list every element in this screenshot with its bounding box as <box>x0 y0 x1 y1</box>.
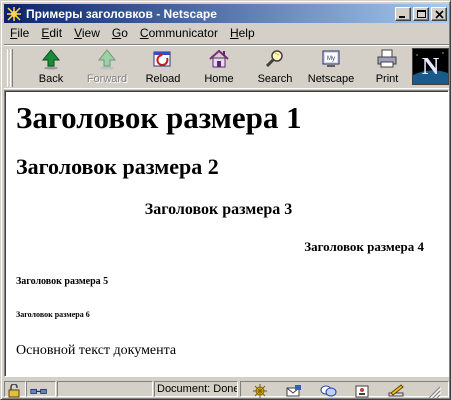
netscape-button[interactable]: My Netscape <box>306 48 356 88</box>
back-arrow-icon <box>41 49 61 70</box>
forward-button[interactable]: Forward <box>82 48 132 88</box>
resize-grip-icon[interactable] <box>425 384 441 398</box>
reload-label: Reload <box>145 73 181 85</box>
minimize-button[interactable] <box>395 6 411 21</box>
menu-file[interactable]: File <box>4 26 35 40</box>
menu-help[interactable]: Help <box>224 26 261 40</box>
home-button[interactable]: Home <box>194 48 244 88</box>
maximize-button[interactable] <box>413 6 429 21</box>
menu-edit[interactable]: Edit <box>35 26 68 40</box>
menu-view-label: iew <box>81 26 100 40</box>
menu-go[interactable]: Go <box>106 26 134 40</box>
close-icon <box>435 9 444 19</box>
progress-cell <box>57 381 153 397</box>
newsgroups-component-icon[interactable] <box>319 384 337 398</box>
netscape-throbber-logo[interactable]: N <box>412 48 449 85</box>
netscape-app-icon[interactable] <box>6 5 22 22</box>
reload-button[interactable]: Reload <box>138 48 188 88</box>
home-label: Home <box>204 73 234 85</box>
connection-cell[interactable] <box>26 381 56 397</box>
menu-bar: File Edit View Go Communicator Help <box>4 24 449 42</box>
search-button[interactable]: Search <box>250 48 300 88</box>
heading-level-4: Заголовок размера 4 <box>304 239 424 254</box>
forward-arrow-icon <box>97 49 117 70</box>
menu-help-label: elp <box>238 26 255 40</box>
window-title: Примеры заголовков - Netscape <box>26 6 217 21</box>
navigator-component-icon[interactable] <box>251 384 269 398</box>
menu-communicator-accel: C <box>139 26 149 40</box>
search-label: Search <box>257 73 293 85</box>
heading-level-3: Заголовок размера 3 <box>144 201 293 218</box>
print-label: Print <box>375 73 399 85</box>
status-bar: Document: Done <box>4 379 449 398</box>
forward-label: Forward <box>86 73 128 85</box>
back-button[interactable]: Back <box>26 48 76 88</box>
heading-level-1: Заголовок размера 1 <box>16 100 302 135</box>
printer-icon <box>377 49 397 68</box>
heading-level-5: Заголовок размера 5 <box>16 276 109 287</box>
minimize-icon <box>399 15 405 18</box>
document-viewport[interactable]: Заголовок размера 1 Заголовок размера 2 … <box>4 90 449 377</box>
security-cell[interactable] <box>4 381 26 398</box>
menu-go-label: o <box>121 26 128 40</box>
padlock-icon <box>8 384 20 398</box>
mail-component-icon[interactable] <box>285 384 303 398</box>
netscape-label: Netscape <box>307 73 355 85</box>
browser-window: Примеры заголовков - Netscape File Edit … <box>0 0 451 400</box>
back-label: Back <box>38 73 64 85</box>
my-netscape-icon: My <box>322 50 340 67</box>
menu-go-accel: G <box>111 26 122 40</box>
toolbar-grip[interactable] <box>7 49 13 87</box>
netscape-n-icon: N <box>413 49 448 84</box>
menu-file-label: ile <box>17 26 30 40</box>
connection-plug-icon <box>30 388 47 394</box>
close-button[interactable] <box>431 6 447 21</box>
status-text-cell: Document: Done <box>154 381 238 397</box>
address-book-component-icon[interactable] <box>353 384 371 398</box>
component-bar <box>240 381 449 398</box>
maximize-icon <box>417 9 426 18</box>
menu-view[interactable]: View <box>68 26 106 40</box>
composer-component-icon[interactable] <box>387 384 405 398</box>
body-paragraph: Основной текст документа <box>16 343 177 358</box>
svg-text:My: My <box>327 56 335 62</box>
home-icon <box>209 49 229 68</box>
menu-communicator-label: ommunicator <box>148 26 218 40</box>
menu-help-accel: H <box>229 26 239 40</box>
search-icon <box>265 50 283 68</box>
navigation-toolbar: Back Forward Reload Home Search My Netsc… <box>4 44 449 89</box>
heading-level-2: Заголовок размера 2 <box>16 154 219 179</box>
reload-icon <box>153 51 171 67</box>
heading-level-6: Заголовок размера 6 <box>16 310 90 319</box>
title-bar[interactable]: Примеры заголовков - Netscape <box>4 4 449 23</box>
status-text: Document: Done <box>157 383 238 395</box>
menu-view-accel: V <box>74 26 82 40</box>
netscape-logo-letter: N <box>422 54 440 80</box>
menu-communicator[interactable]: Communicator <box>134 26 224 40</box>
print-button[interactable]: Print <box>362 48 412 88</box>
menu-edit-label: dit <box>49 26 63 40</box>
